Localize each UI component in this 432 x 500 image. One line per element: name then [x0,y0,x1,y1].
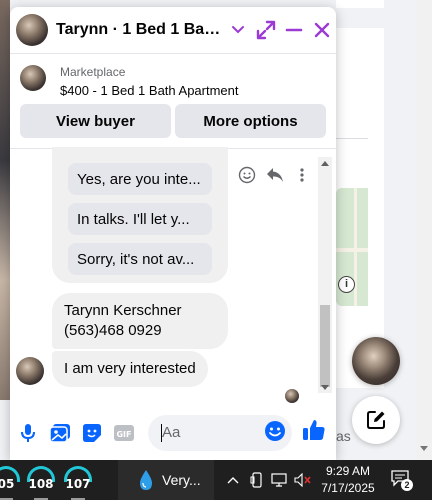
map-road [336,248,368,252]
message-placeholder: Aa [162,424,181,441]
message-text: Tarynn Kerschner (563)468 0929 [64,302,182,339]
minimize-icon[interactable] [280,16,308,44]
background-map[interactable]: i [336,188,368,306]
scroll-up-arrow-icon[interactable] [321,161,329,166]
scroll-down-arrow-icon[interactable] [321,385,329,390]
marketplace-label: Marketplace [60,65,126,79]
sender-avatar[interactable] [16,357,44,385]
chat-scrollbar[interactable] [318,157,332,393]
listing-info: Marketplace $400 - 1 Bed 1 Bath Apartmen… [60,65,239,101]
more-options-button[interactable]: More options [175,104,326,138]
marketplace-listing[interactable]: Marketplace $400 - 1 Bed 1 Bath Apartmen… [20,65,326,101]
background-photo [0,0,10,400]
background-top-strip [336,0,384,8]
scrollbar-thumb[interactable] [320,305,330,387]
avatar[interactable] [16,14,48,46]
header-divider [10,53,336,54]
chevron-down-icon[interactable] [228,20,248,40]
taskbar: 05 108 107 Very... 9:29 AM 7/17/2025 2 [0,460,432,500]
weather-widget[interactable]: Very... [118,460,214,500]
chat-title[interactable]: Tarynn · 1 Bed 1 Bath A... [56,21,224,39]
network-icon[interactable] [270,470,288,490]
quick-reply-button[interactable]: Sorry, it's not av... [68,243,212,275]
photo-gallery-icon[interactable] [48,421,72,445]
taskbar-app[interactable]: 107 [63,466,93,500]
svg-text:GIF: GIF [116,430,131,439]
view-buyer-button[interactable]: View buyer [20,104,171,138]
clock-date: 7/17/2025 [321,481,375,495]
compose-icon [367,411,385,429]
close-icon[interactable] [308,16,336,44]
chat-header[interactable]: Tarynn · 1 Bed 1 Bath A... [10,7,336,53]
chat-window: Tarynn · 1 Bed 1 Bath A... Marketplace $… [10,7,336,460]
listing-thumbnail[interactable] [20,65,46,91]
quick-reply-label: In talks. I'll let y... [77,210,190,228]
chat-head-avatar[interactable] [352,337,400,385]
more-vertical-icon[interactable] [290,163,314,187]
sticker-icon[interactable] [80,421,104,445]
reply-arrow-icon[interactable] [263,163,287,187]
rain-drop-icon [140,470,152,490]
page-scrollbar[interactable] [416,0,432,460]
map-road [354,188,357,306]
system-clock[interactable]: 9:29 AM 7/17/2025 [316,463,380,497]
react-smiley-icon[interactable] [235,163,259,187]
emoji-icon[interactable] [263,419,287,443]
quick-reply-label: Sorry, it's not av... [77,250,195,268]
message-bubble[interactable]: I am very interested [52,351,208,387]
seen-receipt-avatar [285,389,299,403]
expand-icon[interactable] [252,16,280,44]
taskbar-app-label: 05 [0,477,15,491]
thumbs-up-icon[interactable] [302,418,326,442]
taskbar-app[interactable]: 108 [26,466,56,500]
message-text: I am very interested [64,360,196,377]
gif-icon[interactable]: GIF [112,421,136,445]
message-list[interactable]: Yes, are you inte... In talks. I'll let … [10,147,336,407]
chevron-up-icon[interactable] [224,470,242,490]
phone-link-icon[interactable] [248,470,266,490]
taskbar-app-label: 108 [28,477,54,491]
map-info-icon[interactable]: i [338,276,355,293]
taskbar-app-label: 107 [65,477,91,491]
listing-title[interactable]: $400 - 1 Bed 1 Bath Apartment [60,83,239,98]
notification-badge: 2 [401,479,413,491]
clock-time: 9:29 AM [325,464,371,478]
volume-muted-icon[interactable] [294,470,312,490]
quick-reply-button[interactable]: In talks. I'll let y... [68,203,212,235]
background-divider [336,138,368,139]
composer: GIF Aa [10,407,336,460]
quick-reply-button[interactable]: Yes, are you inte... [68,163,212,195]
background-text-snippet: as [336,428,351,444]
message-bubble[interactable]: Tarynn Kerschner (563)468 0929 [52,293,228,349]
taskbar-app[interactable]: 05 [0,466,21,500]
quick-reply-label: Yes, are you inte... [77,170,201,188]
microphone-icon[interactable] [16,421,40,445]
scroll-down-arrow-icon[interactable] [420,446,428,451]
new-message-button[interactable] [352,396,400,444]
weather-text: Very... [162,472,201,488]
notification-center-icon[interactable]: 2 [390,469,414,491]
listing-actions: View buyer More options [20,104,326,138]
